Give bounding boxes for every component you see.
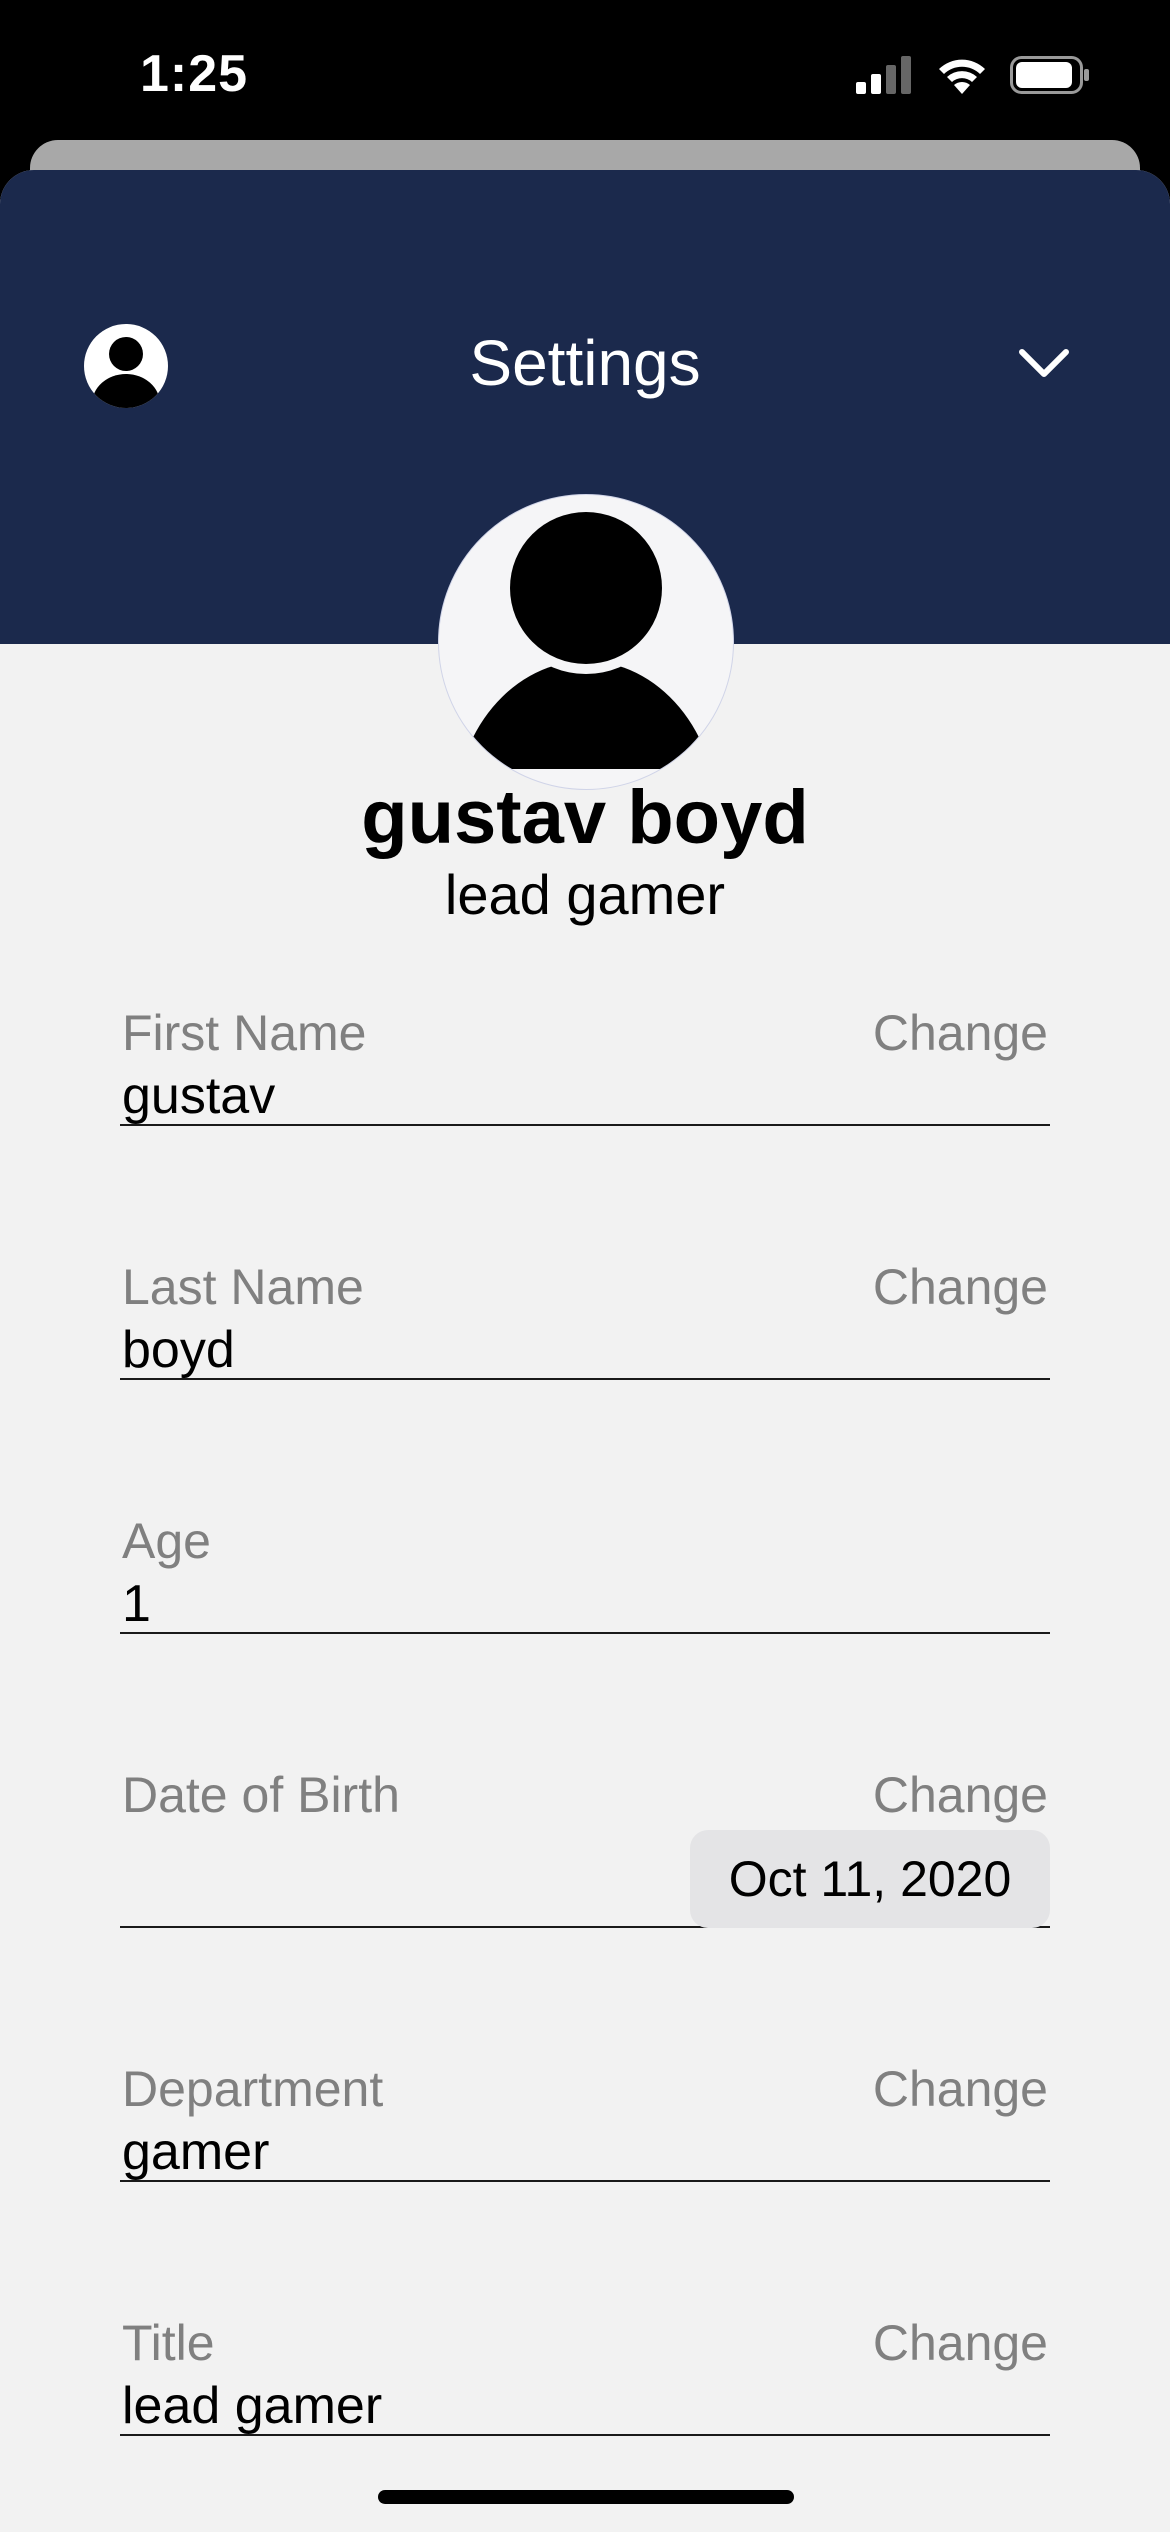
profile-name: gustav boyd [361,775,809,860]
title-value[interactable]: lead gamer [122,2376,382,2436]
department-change-button[interactable]: Change [873,2060,1048,2118]
first-name-field: First Name Change gustav [120,1004,1050,1126]
last-name-change-button[interactable]: Change [873,1258,1048,1316]
profile-photo[interactable] [438,494,734,790]
app-screen: 1:25 Settings gustav boyd lead gamer Fir… [0,0,1170,2532]
age-field: Age 1 [120,1512,1050,1634]
department-label: Department [122,2061,384,2117]
age-label: Age [122,1513,211,1569]
date-of-birth-change-button[interactable]: Change [873,1766,1048,1824]
last-name-field: Last Name Change boyd [120,1258,1050,1380]
chevron-down-icon[interactable] [1016,342,1072,382]
status-time: 1:25 [140,45,249,103]
date-of-birth-label: Date of Birth [122,1767,400,1823]
first-name-label: First Name [122,1005,367,1061]
last-name-label: Last Name [122,1259,364,1315]
cellular-signal-icon [856,56,911,94]
title-field: Title Change lead gamer [120,2314,1050,2436]
last-name-value[interactable]: boyd [122,1320,235,1380]
title-label: Title [122,2315,215,2371]
profile-title: lead gamer [444,863,726,926]
page-title: Settings [469,327,701,399]
home-indicator [378,2490,794,2504]
status-icons [856,56,1090,94]
battery-icon [1010,56,1089,94]
date-of-birth-field: Date of Birth Change Oct 11, 2020 [120,1766,1050,1928]
wifi-icon [939,59,985,94]
first-name-value[interactable]: gustav [122,1066,275,1126]
user-silhouette-icon [458,502,714,769]
first-name-change-button[interactable]: Change [873,1004,1048,1062]
department-field: Department Change gamer [120,2060,1050,2182]
date-of-birth-picker[interactable]: Oct 11, 2020 [690,1830,1050,1928]
age-value: 1 [122,1575,151,1633]
department-value[interactable]: gamer [122,2122,269,2182]
title-change-button[interactable]: Change [873,2314,1048,2372]
settings-sheet: Settings gustav boyd lead gamer First Na… [0,170,1170,2532]
